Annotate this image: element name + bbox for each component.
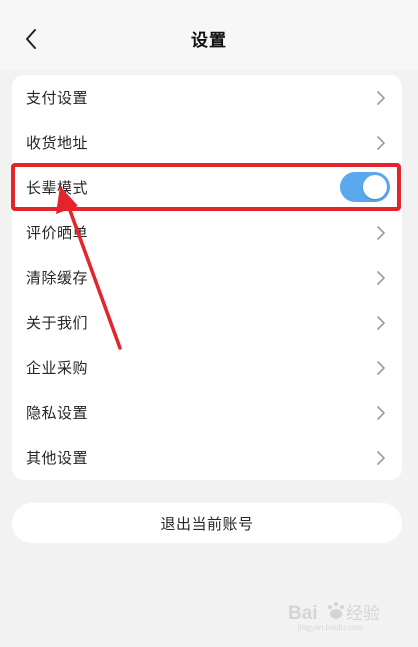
settings-item-label: 关于我们 xyxy=(26,314,89,332)
header: 设置 xyxy=(0,0,418,70)
svg-text:jingyan.baidu.com: jingyan.baidu.com xyxy=(297,623,363,632)
elder-mode-toggle[interactable] xyxy=(340,172,390,202)
logout-button[interactable]: 退出当前账号 xyxy=(12,503,402,543)
svg-text:经验: 经验 xyxy=(346,604,380,624)
settings-item-label: 长辈模式 xyxy=(26,179,89,197)
page-title: 设置 xyxy=(191,31,227,51)
toggle-knob xyxy=(363,175,387,199)
settings-item-label: 支付设置 xyxy=(26,89,89,107)
settings-item-label: 评价晒单 xyxy=(26,224,89,242)
baidu-jingyan-watermark-icon: Bai 经验 jingyan.baidu.com xyxy=(288,602,380,632)
chevron-right-icon xyxy=(377,451,385,465)
settings-item-enterprise[interactable]: 企业采购 xyxy=(12,345,402,390)
chevron-right-icon xyxy=(377,226,385,240)
settings-item-label: 企业采购 xyxy=(26,359,89,377)
settings-item-privacy[interactable]: 隐私设置 xyxy=(12,390,402,435)
chevron-right-icon xyxy=(377,316,385,330)
settings-item-label: 隐私设置 xyxy=(26,404,89,422)
settings-card: 支付设置 收货地址 长辈模式 评价晒单 清除缓存 关于我们 企业采购 隐私设置 … xyxy=(12,75,402,480)
chevron-right-icon xyxy=(377,271,385,285)
chevron-right-icon xyxy=(377,136,385,150)
chevron-right-icon xyxy=(377,361,385,375)
settings-item-label: 其他设置 xyxy=(26,449,89,467)
chevron-right-icon xyxy=(377,406,385,420)
settings-item-address[interactable]: 收货地址 xyxy=(12,120,402,165)
settings-item-label: 清除缓存 xyxy=(26,269,89,287)
settings-item-label: 收货地址 xyxy=(26,134,89,152)
settings-item-other[interactable]: 其他设置 xyxy=(12,435,402,480)
settings-item-reviews[interactable]: 评价晒单 xyxy=(12,210,402,255)
chevron-right-icon xyxy=(377,91,385,105)
settings-item-clear-cache[interactable]: 清除缓存 xyxy=(12,255,402,300)
settings-item-payment[interactable]: 支付设置 xyxy=(12,75,402,120)
settings-item-elder-mode: 长辈模式 xyxy=(12,165,402,210)
svg-text:Bai: Bai xyxy=(288,603,318,624)
settings-item-about[interactable]: 关于我们 xyxy=(12,300,402,345)
